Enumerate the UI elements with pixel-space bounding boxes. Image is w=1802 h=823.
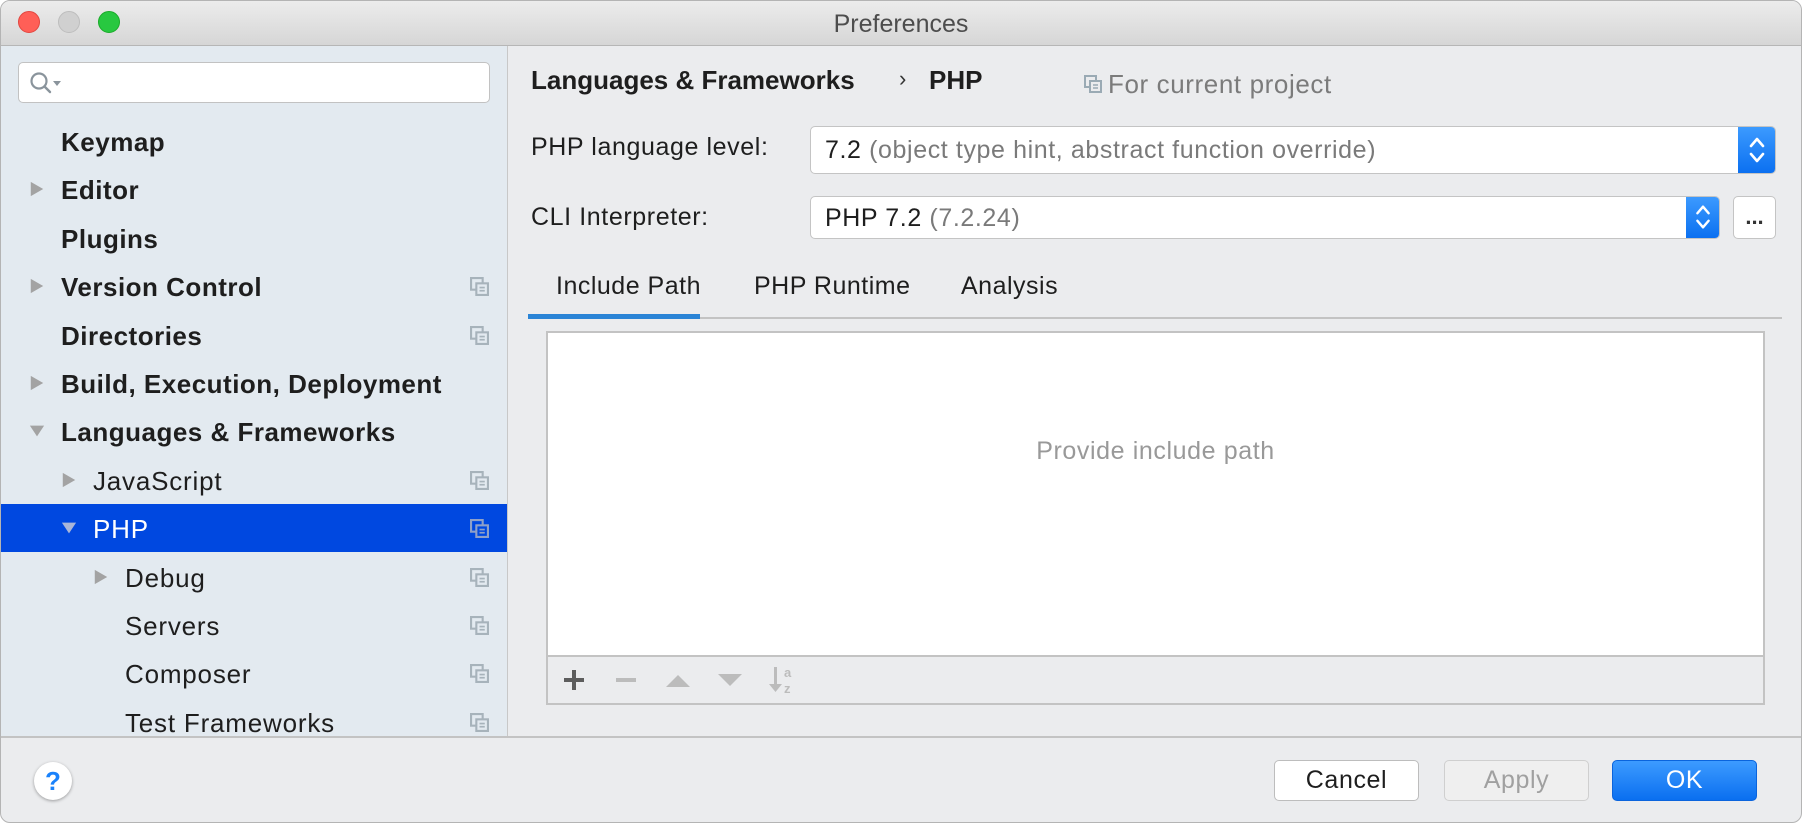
cancel-button[interactable]: Cancel — [1274, 760, 1419, 801]
svg-text:a: a — [784, 665, 792, 680]
window-title: Preferences — [833, 10, 969, 38]
active-tab-indicator — [528, 314, 700, 319]
breadcrumb-separator-icon: › — [899, 66, 907, 91]
project-level-icon — [470, 277, 489, 297]
include-path-panel: Provide include path — [546, 331, 1765, 705]
sidebar-item-keymap[interactable]: Keymap — [1, 117, 507, 165]
sidebar-item-editor[interactable]: Editor — [1, 165, 507, 213]
add-icon — [564, 670, 584, 690]
cli-interpreter-select[interactable]: PHP 7.2 (7.2.24) — [810, 196, 1720, 239]
project-scope-indicator: For current project — [1084, 67, 1332, 101]
sidebar-item-label: Build, Execution, Deployment — [61, 369, 442, 399]
remove-path-button[interactable] — [612, 666, 640, 694]
sidebar-item-version-control[interactable]: Version Control — [1, 262, 507, 310]
move-down-button[interactable] — [716, 666, 744, 694]
help-button[interactable]: ? — [34, 762, 72, 800]
move-down-icon — [718, 674, 742, 686]
cli-interpreter-more-button[interactable]: ... — [1733, 196, 1776, 239]
updown-chevron-icon — [1749, 137, 1765, 163]
sidebar-item-label: PHP — [93, 514, 149, 545]
settings-sidebar: Keymap Editor Plugins Version Control Direct… — [1, 46, 508, 738]
sidebar-item-label: JavaScript — [93, 465, 223, 496]
sidebar-item-composer[interactable]: Composer — [1, 649, 507, 697]
svg-text:z: z — [784, 681, 791, 696]
project-level-icon — [470, 616, 489, 635]
preferences-window: Preferences Keymap Editor Plugins Version C… — [0, 0, 1802, 823]
project-level-icon — [470, 664, 489, 684]
footer-divider — [1, 736, 1801, 738]
include-path-empty-text: Provide include path — [1036, 437, 1275, 465]
collapsed-arrow-icon[interactable] — [61, 472, 77, 488]
sidebar-item-label: Test Frameworks — [125, 707, 335, 738]
sidebar-item-plugins[interactable]: Plugins — [1, 214, 507, 262]
project-level-icon — [470, 712, 489, 732]
tab-php-runtime[interactable]: PHP Runtime — [754, 263, 911, 313]
sidebar-item-label: Directories — [61, 320, 203, 351]
project-level-icon — [470, 567, 489, 587]
add-path-button[interactable] — [560, 666, 588, 694]
sidebar-item-label: Version Control — [61, 272, 263, 303]
move-up-button[interactable] — [664, 666, 692, 694]
tab-include-path[interactable]: Include Path — [556, 263, 701, 313]
language-level-label: PHP language level: — [531, 133, 769, 161]
breadcrumb-current: PHP — [929, 65, 983, 95]
sidebar-item-label: Languages & Frameworks — [61, 417, 396, 448]
sidebar-item-label: Editor — [61, 175, 140, 206]
breadcrumb-parent: Languages & Frameworks — [531, 65, 855, 95]
updown-chevron-icon — [1696, 205, 1710, 229]
sidebar-item-directories[interactable]: Directories — [1, 311, 507, 359]
ok-button[interactable]: OK — [1612, 760, 1757, 801]
collapsed-arrow-icon[interactable] — [29, 181, 45, 197]
language-level-hint: (object type hint, abstract function ove… — [869, 136, 1377, 164]
sidebar-item-build-execution-deployment[interactable]: Build, Execution, Deployment — [1, 359, 507, 407]
sort-paths-button[interactable]: a z — [767, 664, 795, 696]
collapsed-arrow-icon[interactable] — [29, 278, 45, 294]
remove-icon — [616, 678, 636, 682]
expanded-arrow-icon[interactable] — [61, 520, 77, 536]
sidebar-item-test-frameworks[interactable]: Test Frameworks — [1, 698, 507, 746]
project-level-icon — [470, 519, 489, 539]
settings-search-input[interactable] — [18, 62, 490, 103]
language-level-select[interactable]: 7.2 (object type hint, abstract function… — [810, 126, 1776, 174]
apply-button[interactable]: Apply — [1444, 760, 1589, 801]
sidebar-item-label: Plugins — [61, 223, 159, 254]
sidebar-item-javascript[interactable]: JavaScript — [1, 456, 507, 504]
tab-analysis[interactable]: Analysis — [961, 263, 1058, 313]
collapsed-arrow-icon[interactable] — [29, 375, 45, 391]
include-path-list[interactable]: Provide include path — [548, 333, 1763, 657]
sidebar-item-debug[interactable]: Debug — [1, 553, 507, 601]
sidebar-item-php[interactable]: PHP — [1, 504, 507, 553]
sidebar-item-label: Composer — [125, 659, 252, 690]
search-icon — [30, 72, 61, 94]
sidebar-item-label: Debug — [125, 562, 206, 593]
expanded-arrow-icon[interactable] — [29, 423, 45, 439]
sidebar-item-languages-frameworks[interactable]: Languages & Frameworks — [1, 407, 507, 455]
language-level-value: 7.2 — [825, 136, 862, 164]
language-level-dropdown-arrow[interactable] — [1738, 127, 1775, 173]
project-level-icon — [470, 470, 489, 490]
cli-interpreter-label: CLI Interpreter: — [531, 203, 709, 231]
cli-interpreter-dropdown-arrow[interactable] — [1686, 197, 1719, 238]
move-up-icon — [666, 675, 690, 687]
sidebar-item-label: Servers — [125, 611, 221, 641]
cli-interpreter-value: PHP 7.2 — [825, 204, 922, 232]
cli-interpreter-hint: (7.2.24) — [929, 204, 1021, 232]
sort-icon: a z — [769, 665, 792, 696]
project-level-icon — [470, 325, 489, 345]
collapsed-arrow-icon[interactable] — [93, 569, 109, 585]
sidebar-item-label: Keymap — [61, 127, 166, 157]
project-copy-icon — [1084, 75, 1102, 94]
sidebar-item-servers[interactable]: Servers — [1, 601, 507, 649]
scope-label: For current project — [1108, 69, 1332, 99]
tabs-divider — [528, 317, 1782, 319]
title-bar: Preferences — [1, 1, 1801, 46]
